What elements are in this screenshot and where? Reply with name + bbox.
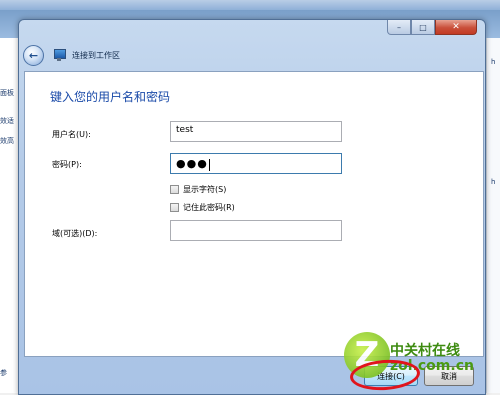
show-chars-checkbox[interactable] (170, 185, 179, 194)
remember-password-checkbox[interactable] (170, 203, 179, 212)
show-chars-row: 显示字符(S) (170, 184, 226, 195)
maximize-button[interactable]: □ (411, 20, 435, 35)
network-workplace-icon (52, 48, 66, 62)
password-field[interactable]: ●●● (170, 153, 342, 174)
domain-label: 域(可选)(D): (52, 229, 98, 238)
dialog-content: 键入您的用户名和密码 用户名(U): test 密码(P): ●●● 显示字符(… (24, 71, 484, 357)
background-left-item: 效高 (0, 137, 14, 145)
password-value: ●●● (176, 157, 208, 170)
remember-password-row: 记住此密码(R) (170, 202, 235, 213)
background-left-item: 效适 (0, 117, 14, 125)
page-heading: 键入您的用户名和密码 (50, 90, 171, 104)
dialog-title: 连接到工作区 (72, 50, 120, 60)
background-left-item: 面板 (0, 89, 14, 97)
minimize-button[interactable]: – (387, 20, 411, 35)
dialog-header: ← 连接到工作区 (23, 42, 120, 68)
watermark-name: 中关村在线 (390, 343, 460, 359)
caption-buttons: – □ ✕ (387, 20, 477, 35)
background-titlebar-highlight (0, 0, 500, 10)
remember-password-label[interactable]: 记住此密码(R) (183, 202, 235, 213)
username-label: 用户名(U): (52, 130, 91, 139)
domain-field[interactable] (170, 220, 342, 241)
back-arrow-icon[interactable]: ← (23, 44, 44, 66)
background-right-item: h (491, 58, 496, 66)
text-caret (208, 158, 210, 171)
password-label: 密码(P): (52, 160, 82, 169)
show-chars-label[interactable]: 显示字符(S) (183, 184, 226, 195)
background-right-item: h (491, 178, 496, 186)
background-left-item: 参 (0, 369, 7, 377)
username-field[interactable]: test (170, 121, 342, 142)
close-button[interactable]: ✕ (435, 20, 477, 35)
